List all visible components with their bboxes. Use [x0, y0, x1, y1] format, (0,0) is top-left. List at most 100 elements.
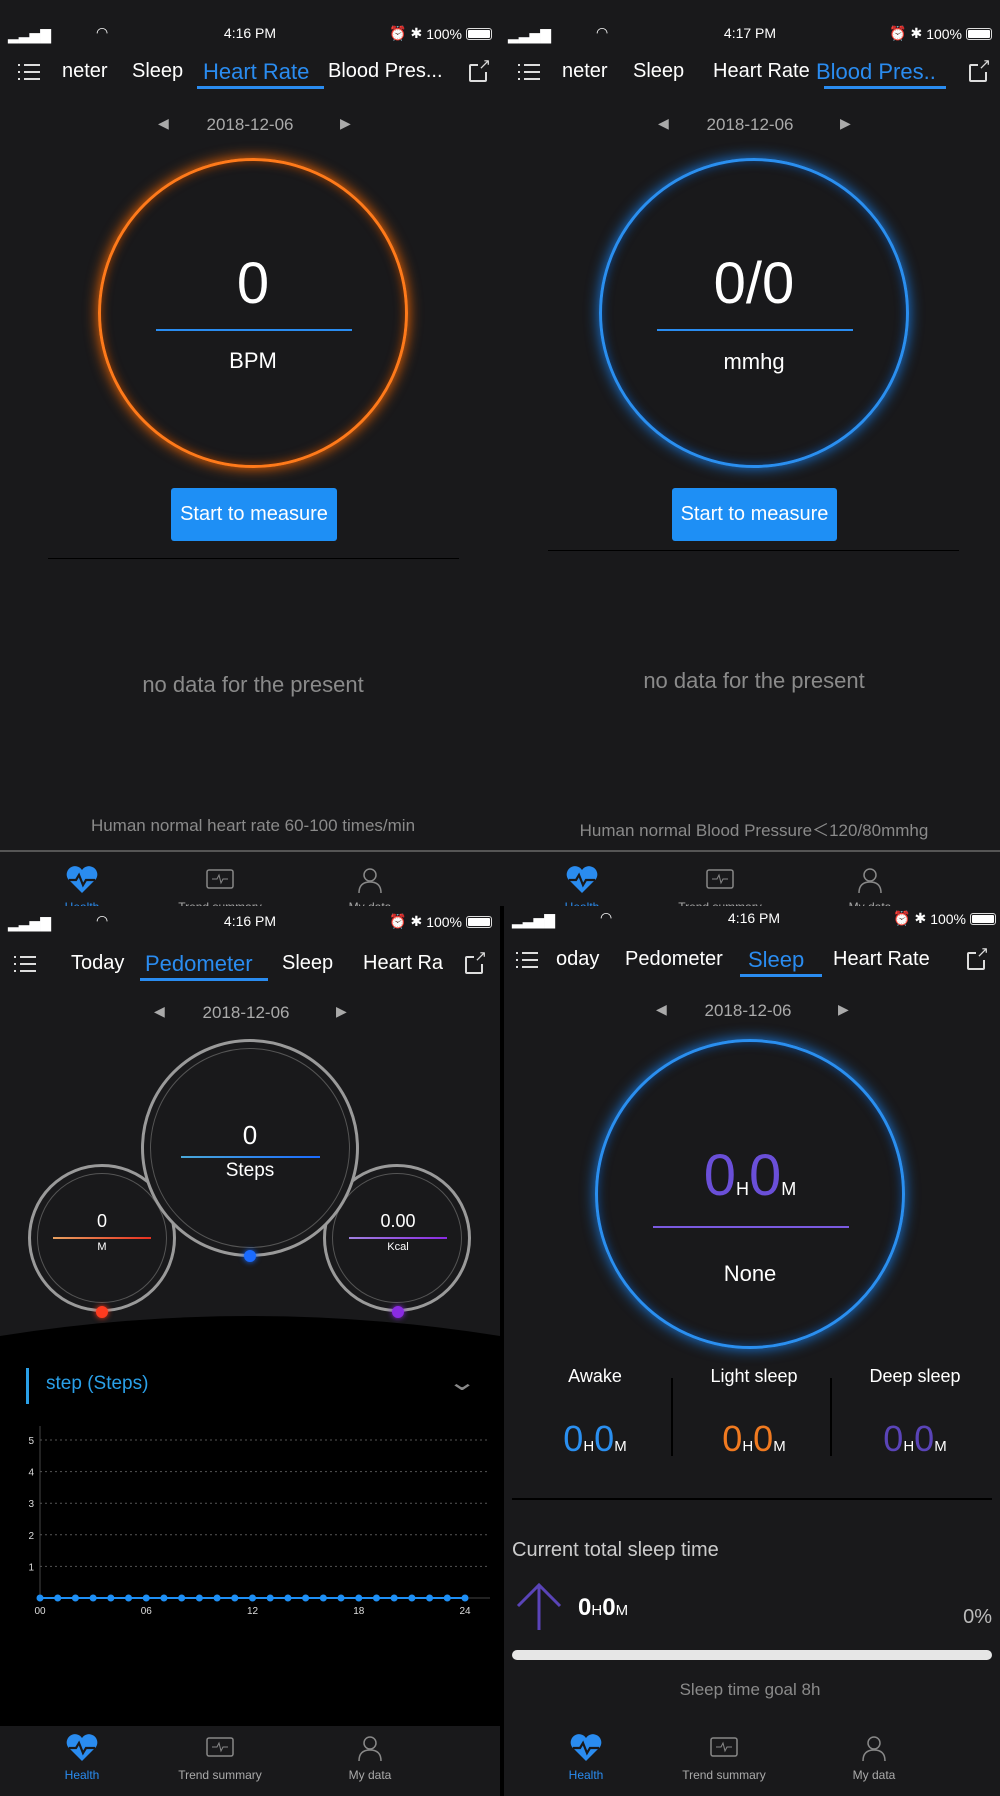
bottom-nav: Health Trend summary My data: [0, 1726, 500, 1796]
data-point: [249, 1594, 256, 1602]
battery-percent: 100%: [926, 25, 962, 42]
tab-today[interactable]: Today: [71, 952, 124, 975]
prev-date-arrow-icon[interactable]: ◀: [658, 115, 669, 132]
menu-icon[interactable]: [18, 64, 40, 85]
tab-pedometer[interactable]: Pedometer: [145, 951, 253, 977]
alarm-icon: ⏰: [389, 25, 407, 41]
heart-pulse-icon: [66, 866, 98, 893]
divider: [653, 1226, 849, 1228]
nav-item-trend-summary[interactable]: Trend summary: [650, 866, 790, 910]
data-point: [54, 1594, 62, 1602]
x-tick-label: 12: [247, 1606, 259, 1617]
tab-sleep[interactable]: Sleep: [132, 60, 183, 83]
alarm-icon: ⏰: [389, 913, 407, 929]
nav-label: Health: [64, 1768, 100, 1782]
tab-heart-rate[interactable]: Heart Ra: [363, 952, 443, 975]
data-point: [319, 1594, 327, 1602]
share-icon[interactable]: [465, 949, 487, 974]
data-point: [231, 1594, 239, 1602]
data-point: [266, 1594, 274, 1602]
date-selector: ◀ 2018-12-06 ▶: [504, 1001, 998, 1021]
share-icon[interactable]: [969, 57, 991, 82]
nav-item-health[interactable]: Health: [12, 1734, 152, 1782]
divider: [548, 550, 959, 551]
next-date-arrow-icon[interactable]: ▶: [838, 1001, 849, 1018]
status-bar: ▂▃▅▇ ◠ 4:16 PM ⏰ ✱ 100%: [0, 912, 500, 932]
data-point: [390, 1594, 398, 1602]
x-tick-label: 06: [141, 1606, 153, 1617]
sleep-progress-bar: [512, 1650, 992, 1660]
bottom-nav: Health Trend summary My data: [500, 858, 1000, 910]
pedometer-screen: ▂▃▅▇ ◠ 4:16 PM ⏰ ✱ 100% Today Pedometer Sl…: [0, 906, 500, 1796]
prev-date-arrow-icon[interactable]: ◀: [656, 1001, 667, 1018]
tab-heart-rate[interactable]: Heart Rate: [833, 948, 930, 971]
tab-today[interactable]: oday: [556, 948, 599, 971]
stage-label: Awake: [568, 1366, 622, 1386]
tab-pedometer[interactable]: neter: [62, 60, 108, 83]
nav-item-trend-summary[interactable]: Trend summary: [150, 866, 290, 910]
nav-label: Health: [568, 1768, 604, 1782]
nav-label: Trend summary: [682, 1768, 766, 1782]
next-date-arrow-icon[interactable]: ▶: [840, 115, 851, 132]
y-tick-label: 3: [28, 1499, 34, 1510]
tab-sleep[interactable]: Sleep: [633, 60, 684, 83]
sleep-quality: None: [723, 1261, 777, 1286]
data-point: [178, 1594, 186, 1602]
battery-percent: 100%: [930, 910, 966, 927]
tab-heart-rate[interactable]: Heart Rate: [713, 60, 810, 83]
empty-state-text: no data for the present: [643, 668, 865, 693]
heart-rate-value: 0: [236, 251, 270, 316]
next-date-arrow-icon[interactable]: ▶: [336, 1003, 347, 1020]
battery-icon: [966, 27, 992, 40]
menu-icon[interactable]: [516, 952, 538, 973]
share-icon[interactable]: [469, 57, 491, 82]
bottom-nav: Health Trend summary My data: [504, 1726, 1000, 1796]
divider: [657, 329, 853, 331]
tab-blood-pressure[interactable]: Blood Pres...: [328, 60, 443, 83]
calories-value: 0.00: [380, 1211, 416, 1231]
trend-monitor-icon: [706, 869, 734, 889]
sleep-screen: ▂▃▅▇ ◠ 4:16 PM ⏰ ✱ 100% oday Pedometer Sle…: [500, 906, 1000, 1796]
share-icon[interactable]: [967, 945, 989, 970]
status-bar: ▂▃▅▇ ◠ 4:16 PM ⏰ ✱ 100%: [504, 909, 1000, 929]
tab-pedometer[interactable]: neter: [562, 60, 608, 83]
stage-label: Deep sleep: [869, 1366, 961, 1386]
nav-item-health[interactable]: Health: [516, 1734, 656, 1782]
menu-icon[interactable]: [14, 956, 36, 977]
battery-icon: [466, 27, 492, 40]
nav-item-my-data[interactable]: My data: [300, 1734, 440, 1782]
nav-item-my-data[interactable]: My data: [300, 866, 440, 910]
total-sleep-value: 0H0M: [504, 1142, 1000, 1209]
tab-heart-rate[interactable]: Heart Rate: [203, 59, 309, 85]
tab-pedometer[interactable]: Pedometer: [625, 948, 723, 971]
nav-item-my-data[interactable]: My data: [804, 1734, 944, 1782]
start-measure-button[interactable]: Start to measure: [171, 488, 337, 541]
menu-icon[interactable]: [518, 64, 540, 85]
prev-date-arrow-icon[interactable]: ◀: [158, 115, 169, 132]
start-measure-button[interactable]: Start to measure: [672, 488, 837, 541]
stage-minutes: 0: [594, 1418, 615, 1459]
data-point: [284, 1594, 292, 1602]
data-point: [408, 1594, 416, 1602]
normal-range-note: Human normal Blood Pressure＜120/80mmhg: [579, 821, 929, 840]
nav-item-health[interactable]: Health: [512, 866, 652, 910]
data-point: [125, 1594, 133, 1602]
chart-expand-chevron-icon[interactable]: ⌄: [447, 1368, 477, 1397]
heart-pulse-icon: [566, 866, 598, 893]
tab-sleep[interactable]: Sleep: [748, 947, 804, 973]
nav-item-health[interactable]: Health: [12, 866, 152, 910]
heart-pulse-icon: [570, 1734, 602, 1761]
prev-date-arrow-icon[interactable]: ◀: [154, 1003, 165, 1020]
steps-indicator-dot: [244, 1250, 256, 1262]
tab-sleep[interactable]: Sleep: [282, 952, 333, 975]
hours-label: H: [583, 1438, 595, 1455]
next-date-arrow-icon[interactable]: ▶: [340, 115, 351, 132]
y-tick-label: 4: [28, 1468, 34, 1479]
nav-item-trend-summary[interactable]: Trend summary: [150, 1734, 290, 1782]
tab-blood-pressure[interactable]: Blood Pres..: [816, 59, 936, 85]
trend-monitor-icon: [206, 1737, 234, 1757]
progress-percent: 0%: [963, 1606, 992, 1628]
nav-item-my-data[interactable]: My data: [800, 866, 940, 910]
nav-item-trend-summary[interactable]: Trend summary: [654, 1734, 794, 1782]
status-bar: ▂▃▅▇ ◠ 4:17 PM ⏰ ✱ 100%: [500, 24, 1000, 44]
